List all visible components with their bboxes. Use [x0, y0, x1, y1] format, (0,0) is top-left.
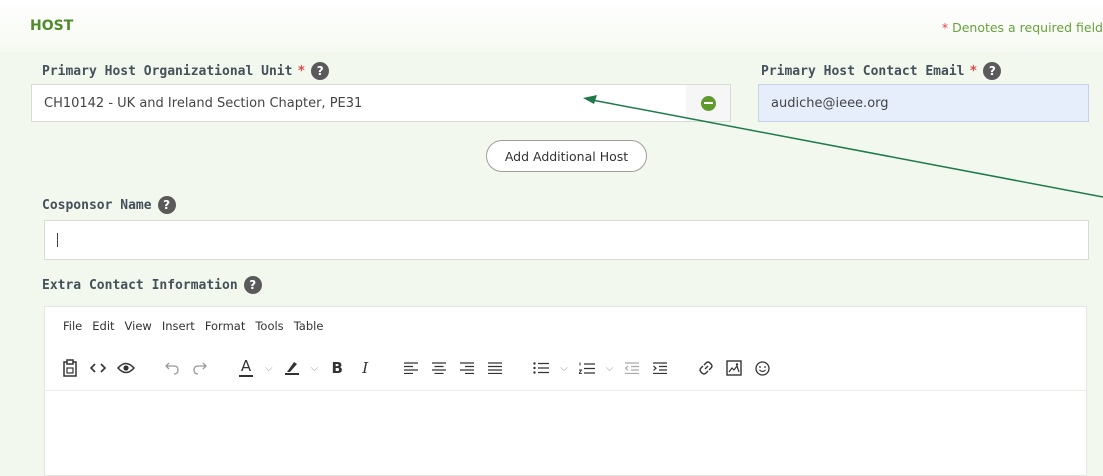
annotation-arrow [583, 95, 1103, 198]
